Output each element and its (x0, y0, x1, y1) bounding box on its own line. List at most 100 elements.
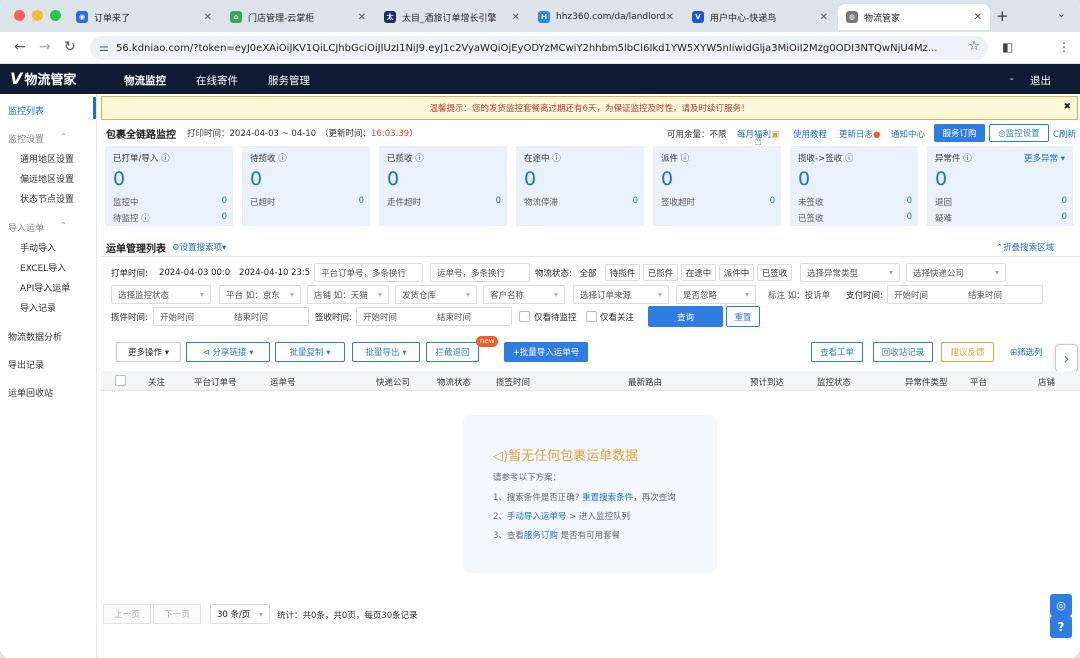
feedback-button[interactable]: 建议反馈 (941, 342, 994, 362)
app-logo[interactable]: V 物流管家 (10, 69, 76, 88)
manual-import-link[interactable]: 手动导入运单号 (507, 512, 567, 522)
tab-search-chevron-icon[interactable]: ⌄ (1057, 7, 1066, 20)
more-exceptions-link[interactable]: 更多异常 ▾ (1024, 152, 1065, 164)
select-all-checkbox[interactable] (115, 375, 126, 386)
site-settings-icon[interactable]: ⚌ (99, 41, 109, 54)
tag-input[interactable]: 标注 如：投诉单 (762, 285, 840, 304)
tab-close-icon[interactable]: ✕ (820, 12, 828, 23)
stat-card-exceptions[interactable]: 异常件 ⓘ 更多异常 ▾ 0 退回 0 疑难 0 (927, 146, 1073, 226)
reload-icon[interactable]: ↻ (64, 39, 76, 55)
logout-button[interactable]: 退出 (1030, 73, 1051, 88)
sidebar-panel-icon[interactable]: ◧ (1002, 40, 1013, 54)
shop-select[interactable]: 店铺 如：天猫 (307, 285, 389, 304)
sidebar-item-remote-region[interactable]: 偏远地区设置 (20, 172, 74, 185)
tab-close-icon[interactable]: ✕ (204, 12, 212, 23)
close-window-button[interactable] (14, 10, 25, 21)
monitor-status-select[interactable]: 选择监控状态 (111, 285, 211, 304)
bookmark-star-icon[interactable]: ☆ (968, 39, 980, 54)
sidebar-item-data-analysis[interactable]: 物流数据分析 (8, 330, 62, 343)
reset-search-link[interactable]: 重置搜索条件 (582, 493, 633, 503)
minimize-window-button[interactable] (32, 10, 43, 21)
stat-card-delivering[interactable]: 派件 ⓘ 0 签收超时 0 (653, 146, 781, 226)
col-shop[interactable]: 店铺 (1038, 376, 1055, 388)
next-page-button[interactable]: 下一页 (153, 604, 201, 624)
status-chip-signed[interactable]: 已签收 (757, 264, 792, 281)
col-follow[interactable]: 关注 (148, 376, 165, 388)
service-order-button[interactable]: 服务订购 (934, 124, 985, 142)
browser-tab-active[interactable]: ◍ 物流管家 ✕ (838, 4, 990, 30)
more-actions-button[interactable]: 更多操作 ▾ (116, 342, 181, 362)
pay-time-range[interactable]: 开始时间 结束时间 (887, 285, 1043, 304)
help-icon[interactable]: ? (1050, 616, 1072, 638)
nav-logistics-monitor[interactable]: 物流监控 (124, 73, 166, 88)
tutorial-link[interactable]: 使用教程 (793, 128, 827, 140)
order-source-select[interactable]: 选择订单来源 (573, 285, 669, 304)
refresh-link[interactable]: C刷新 (1053, 128, 1076, 140)
status-chip-picked[interactable]: 已揽件 (643, 264, 678, 281)
sidebar-item-excel-import[interactable]: EXCEL导入 (20, 261, 66, 274)
col-platform[interactable]: 平台 (970, 376, 987, 388)
scroll-right-arrow-icon[interactable]: › (1055, 344, 1078, 372)
customer-select[interactable]: 客户名称 (483, 285, 565, 304)
browser-tab[interactable]: 太 太目_酒旅订单增长引擎 ✕ (376, 4, 528, 30)
browser-tab[interactable]: ◉ 订单来了 ✕ (68, 4, 220, 30)
platform-order-input[interactable]: 平台订单号，多条换行 (314, 263, 423, 282)
tab-close-icon[interactable]: ✕ (666, 12, 674, 23)
ignore-select[interactable]: 是否忽略 (676, 285, 756, 304)
batch-export-button[interactable]: 批量导出 ▾ (352, 342, 420, 362)
monitor-settings-button[interactable]: ◎监控设置 (989, 124, 1049, 142)
sidebar-group-monitor-settings[interactable]: 监控设置 ⌃ (8, 132, 67, 145)
only-follow-checkbox[interactable] (586, 311, 597, 322)
batch-import-button[interactable]: +批量导入运单号 (504, 342, 588, 362)
waybill-input[interactable]: 运单号，多条换行 (430, 263, 530, 282)
notification-center-link[interactable]: 通知中心 (891, 128, 925, 140)
chat-service-icon[interactable]: ◎ (1050, 594, 1072, 616)
sidebar-item-api-import[interactable]: API导入运单 (20, 281, 70, 294)
close-notice-icon[interactable]: ✖ (1063, 102, 1071, 112)
pickup-time-range[interactable]: 开始时间 结束时间 (153, 307, 309, 326)
reset-button[interactable]: 重置 (726, 306, 760, 327)
sidebar-item-status-node[interactable]: 状态节点设置 (20, 192, 74, 205)
sidebar-item-recycle-bin[interactable]: 运单回收站 (8, 386, 53, 399)
intercept-return-button[interactable]: 拦截退回 (426, 342, 479, 362)
sidebar-item-import-records[interactable]: 导入记录 (20, 301, 56, 314)
forward-arrow-icon[interactable]: → (39, 39, 51, 55)
status-chip-delivering[interactable]: 派件中 (719, 264, 754, 281)
sidebar-item-manual-import[interactable]: 手动导入 (20, 241, 56, 254)
col-pickup-sign-time[interactable]: 揽签时间 (496, 376, 530, 388)
set-search-items-link[interactable]: ⚙设置搜索项▾ (172, 241, 226, 253)
sidebar-item-general-region[interactable]: 通用地区设置 (20, 152, 74, 165)
warehouse-select[interactable]: 发货仓库 (395, 285, 477, 304)
col-courier[interactable]: 快递公司 (376, 376, 410, 388)
changelog-link[interactable]: 更新日志● (839, 128, 880, 140)
share-link-button[interactable]: ⊲ 分享链接 ▾ (186, 342, 270, 362)
zoom-window-button[interactable] (50, 10, 61, 21)
tab-close-icon[interactable]: ✕ (974, 12, 982, 23)
status-chip-awaiting[interactable]: 待揽件 (605, 264, 640, 281)
nav-service-management[interactable]: 服务管理 (268, 73, 310, 88)
col-platform-order[interactable]: 平台订单号 (194, 376, 237, 388)
col-monitor-status[interactable]: 监控状态 (817, 376, 851, 388)
sidebar-item-export-records[interactable]: 导出记录 (8, 358, 44, 371)
batch-copy-button[interactable]: 批量复制 ▾ (275, 342, 345, 362)
col-latest-route[interactable]: 最新路由 (628, 376, 662, 388)
browser-tab[interactable]: H hhz360.com/da/landlord ✕ (530, 4, 682, 30)
browser-menu-icon[interactable]: ⋮ (1058, 40, 1070, 54)
date-start-input[interactable]: 2024-04-03 00:00 (153, 263, 231, 282)
new-tab-button[interactable]: + (996, 7, 1009, 25)
tab-close-icon[interactable]: ✕ (512, 12, 520, 23)
col-eta[interactable]: 预计到达 (750, 376, 784, 388)
recycle-log-button[interactable]: 回收站记录 (873, 342, 933, 362)
prev-page-button[interactable]: 上一页 (103, 604, 151, 624)
filter-columns-link[interactable]: ⊞筛选列 (1010, 346, 1043, 358)
back-arrow-icon[interactable]: ← (14, 39, 26, 55)
date-end-input[interactable]: 2024-04-10 23:59 (233, 263, 311, 282)
service-order-link[interactable]: 服务订购 (524, 531, 558, 541)
stat-card-printed[interactable]: 已打单/导入 ⓘ 0 监控中 0 待监控 ⓘ 0 (105, 146, 233, 226)
page-size-select[interactable]: 30 条/页 (210, 604, 270, 624)
stat-card-picked-up[interactable]: 已揽收 ⓘ 0 走件超时 0 (379, 146, 507, 226)
stat-card-pickup-to-sign[interactable]: 揽收->签收 ⓘ 0 未签收 0 已签收 0 (790, 146, 918, 226)
stat-card-in-transit[interactable]: 在途中 ⓘ 0 物流停滞 0 (516, 146, 644, 226)
sidebar-group-import[interactable]: 导入运单 ⌃ (8, 221, 67, 234)
status-chip-transit[interactable]: 在途中 (681, 264, 716, 281)
